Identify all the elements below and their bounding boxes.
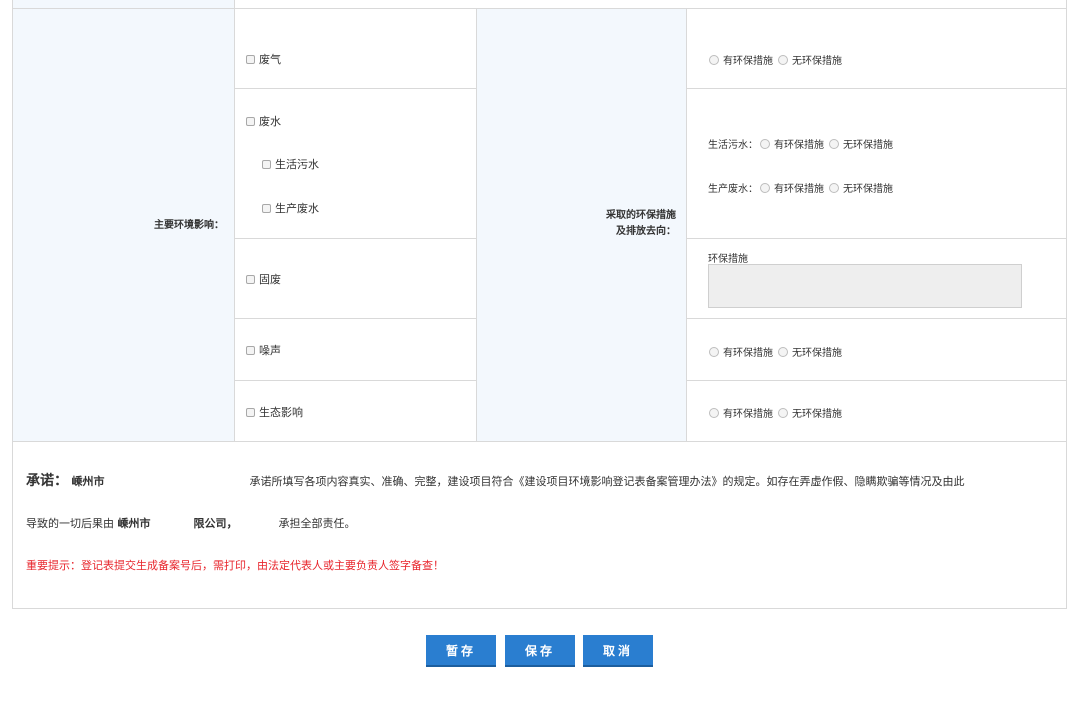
save-button[interactable]: 保存: [505, 635, 575, 667]
checkbox-icon: [246, 345, 255, 355]
radio-has-waste-gas[interactable]: [709, 54, 719, 65]
checkbox-icon: [262, 203, 271, 213]
waste-water-checkbox[interactable]: 废水: [246, 113, 281, 129]
domestic-sewage-measures: 生活污水： 有环保措施 无环保措施: [708, 138, 893, 151]
noise-checkbox[interactable]: 噪声: [246, 342, 281, 358]
waste-gas-checkbox[interactable]: 废气: [246, 51, 281, 67]
impact-label-cell: 主要环境影响：: [12, 8, 235, 442]
measures-label-cell: 采取的环保措施 及排放去向：: [476, 8, 687, 442]
impact-label: 主要环境影响：: [154, 220, 224, 231]
checkbox-icon: [246, 116, 255, 126]
noise-measures: 有环保措施 无环保措施: [709, 344, 842, 359]
row-waste-gas: [234, 8, 477, 89]
radio-has-ecology[interactable]: [709, 407, 719, 418]
radio-has-domestic[interactable]: [760, 138, 770, 149]
radio-none-ecology[interactable]: [778, 407, 788, 418]
ecology-checkbox[interactable]: 生态影响: [246, 404, 303, 420]
promise-line-1: 承诺： 嵊州市 承诺所填写各项内容真实、准确、完整，建设项目符合《建设项目环境影…: [26, 473, 965, 489]
measures-label-line1: 采取的环保措施: [606, 210, 676, 221]
radio-has-production[interactable]: [760, 182, 770, 193]
measure-waste-gas: [686, 8, 1067, 89]
radio-none-noise[interactable]: [778, 346, 788, 357]
env-measures-textarea[interactable]: [708, 264, 1022, 308]
radio-has-noise[interactable]: [709, 346, 719, 357]
domestic-sewage-checkbox[interactable]: 生活污水: [262, 156, 319, 172]
env-measures-label: 环保措施: [708, 254, 748, 265]
radio-none-waste-gas[interactable]: [778, 54, 788, 65]
checkbox-icon: [246, 54, 255, 64]
cancel-button[interactable]: 取消: [583, 635, 653, 667]
radio-none-production[interactable]: [829, 182, 839, 193]
checkbox-icon: [246, 407, 255, 417]
checkbox-icon: [246, 274, 255, 284]
waste-gas-measures: 有环保措施 无环保措施: [709, 52, 842, 67]
temp-save-button[interactable]: 暂存: [426, 635, 496, 667]
measure-waste-water: [686, 88, 1067, 239]
promise-line-2: 导致的一切后果由 嵊州市 限公司， 承担全部责任。: [26, 517, 356, 530]
solid-waste-checkbox[interactable]: 固废: [246, 271, 281, 287]
radio-none-domestic[interactable]: [829, 138, 839, 149]
ecology-measures: 有环保措施 无环保措施: [709, 405, 842, 420]
production-wastewater-measures: 生产废水： 有环保措施 无环保措施: [708, 182, 893, 195]
checkbox-icon: [262, 159, 271, 169]
production-wastewater-checkbox[interactable]: 生产废水: [262, 200, 319, 216]
measures-label-line2: 及排放去向：: [616, 226, 676, 237]
important-warning: 重要提示：登记表提交生成备案号后，需打印，由法定代表人或主要负责人签字备查！: [26, 559, 444, 572]
